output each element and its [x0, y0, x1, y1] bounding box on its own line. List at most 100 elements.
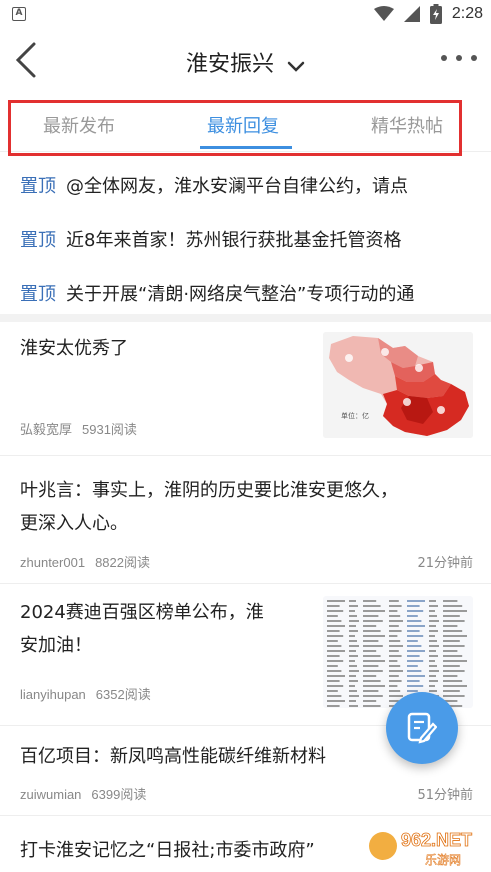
table-cell-line [443, 605, 463, 607]
table-cell-line [443, 675, 458, 677]
pinned-title: @全体网友，淮水安澜平台自律公约，请点 [66, 176, 408, 197]
pinned-title: 关于开展“清朗·网络戾气整治”专项行动的通 [66, 284, 415, 305]
post-thumbnail-table [323, 596, 473, 708]
table-cell-line [443, 685, 467, 687]
table-cell-line [327, 695, 342, 697]
table-cell-line [429, 635, 435, 637]
dot-icon [441, 55, 447, 61]
table-cell-line [443, 670, 465, 672]
more-options-button[interactable] [441, 50, 477, 66]
table-cell-line [407, 630, 420, 632]
table-cell-line [349, 605, 358, 607]
pinned-item[interactable]: 置顶 @全体网友，淮水安澜平台自律公约，请点 [0, 158, 491, 212]
pinned-title: 近8年来首家！苏州银行获批基金托管资格 [66, 230, 402, 251]
post-author: lianyihupan [20, 687, 86, 702]
table-cell-line [327, 655, 340, 657]
table-cell-line [349, 630, 358, 632]
table-cell-line [429, 675, 436, 677]
table-cell-line [389, 645, 403, 647]
post-meta: 弘毅宽厚 5931阅读 [20, 419, 137, 438]
table-cell-line [327, 645, 342, 647]
table-cell-line [389, 625, 399, 627]
table-cell-line [429, 685, 435, 687]
table-cell-line [389, 600, 399, 602]
post-item[interactable]: 淮安太优秀了 弘毅宽厚 5931阅读 单位：亿 [0, 322, 491, 456]
table-cell-line [363, 600, 377, 602]
battery-icon [429, 4, 442, 24]
table-cell-line [389, 655, 402, 657]
table-cell-line [349, 625, 356, 627]
table-cell-line [407, 680, 420, 682]
table-cell-line [407, 670, 422, 672]
table-cell-line [389, 695, 403, 697]
dot-icon [471, 55, 477, 61]
post-title: 淮安太优秀了 [20, 332, 128, 365]
table-cell-line [363, 675, 377, 677]
table-cell-line [429, 615, 437, 617]
table-cell-line [327, 620, 342, 622]
dot-icon [456, 55, 462, 61]
table-cell-line [363, 650, 377, 652]
table-cell-line [407, 635, 424, 637]
table-cell-line [349, 600, 356, 602]
post-item[interactable]: 叶兆言：事实上，淮阴的历史要比淮安更悠久， 更深入人心。 zhunter001 8… [0, 456, 491, 584]
table-cell-line [363, 610, 385, 612]
table-cell-line [443, 695, 465, 697]
highlight-frame [8, 100, 462, 156]
section-divider [0, 314, 491, 322]
table-cell-line [349, 695, 359, 697]
post-reads: 5931阅读 [82, 422, 137, 437]
post-title: 2024赛迪百强区榜单公布，淮 安加油！ [20, 596, 264, 662]
table-cell-line [389, 640, 401, 642]
table-cell-line [349, 685, 355, 687]
chevron-down-icon [287, 61, 305, 72]
watermark-sub: 乐游网 [425, 853, 461, 867]
table-cell-line [443, 600, 458, 602]
post-title: 叶兆言：事实上，淮阴的历史要比淮安更悠久， 更深入人心。 [20, 474, 398, 540]
pinned-item[interactable]: 置顶 近8年来首家！苏州银行获批基金托管资格 [0, 212, 491, 266]
post-title: 百亿项目：新凤鸣高性能碳纤维新材料 [20, 740, 326, 773]
pinned-list: 置顶 @全体网友，淮水安澜平台自律公约，请点 置顶 近8年来首家！苏州银行获批基… [0, 158, 491, 320]
watermark-logo: 962.NET 乐游网 [365, 822, 485, 868]
table-cell-line [327, 640, 338, 642]
table-cell-line [363, 700, 377, 702]
table-cell-line [363, 615, 379, 617]
title-dropdown[interactable]: 淮安振兴 [0, 46, 491, 78]
table-cell-line [429, 625, 436, 627]
table-cell-line [327, 705, 340, 707]
table-cell-line [443, 640, 460, 642]
table-cell-line [327, 615, 338, 617]
table-cell-line [443, 620, 465, 622]
table-cell-line [363, 645, 383, 647]
table-cell-line [327, 680, 340, 682]
table-cell-line [429, 680, 438, 682]
table-cell-line [443, 645, 465, 647]
table-cell-line [443, 680, 463, 682]
table-cell-line [407, 665, 418, 667]
table-cell-line [363, 630, 381, 632]
table-cell-line [349, 610, 355, 612]
table-cell-line [407, 645, 422, 647]
post-author: 弘毅宽厚 [20, 422, 73, 437]
table-cell-line [327, 650, 345, 652]
post-time: 51分钟前 [417, 788, 473, 803]
table-cell-line [349, 675, 356, 677]
table-cell-line [349, 655, 358, 657]
post-reads: 6352阅读 [95, 687, 151, 702]
table-cell-line [327, 610, 344, 612]
table-cell-line [389, 665, 401, 667]
pinned-item[interactable]: 置顶 关于开展“清朗·网络戾气整治”专项行动的通 [0, 266, 491, 320]
table-cell-line [349, 680, 358, 682]
notification-a-icon: A [12, 7, 26, 21]
table-cell-line [349, 645, 359, 647]
map-image: 单位：亿 [323, 332, 473, 438]
compose-post-button[interactable] [386, 692, 458, 764]
table-cell-line [389, 620, 403, 622]
table-cell-line [349, 660, 355, 662]
table-cell-line [389, 670, 403, 672]
table-cell-line [363, 625, 377, 627]
post-meta: lianyihupan 6352阅读 [20, 684, 151, 703]
pinned-tag: 置顶 [20, 284, 56, 305]
table-cell-line [443, 690, 460, 692]
table-cell-line [389, 690, 401, 692]
